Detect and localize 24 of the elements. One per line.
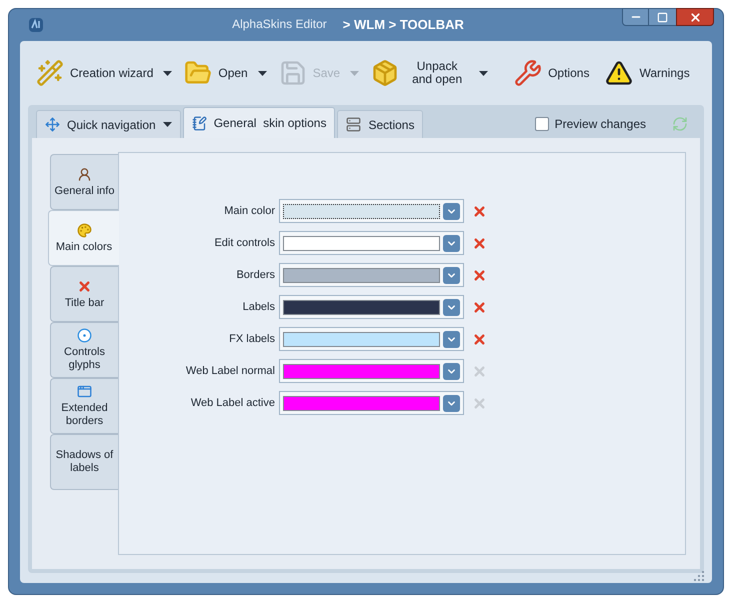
toolbar-button[interactable]: Warnings [601,49,694,97]
side-tab[interactable]: Shadows of labels [50,434,118,490]
color-label: Labels [242,300,276,315]
toolbar-button[interactable]: Unpack and open [367,49,492,97]
color-label: Borders [235,268,276,283]
tab[interactable]: General skin options [182,107,336,138]
side-tab[interactable]: Main colors [48,210,119,266]
side-tab[interactable]: Title bar [50,266,118,322]
tab[interactable]: Quick navigation [36,110,181,138]
color-label: Web Label active [190,396,276,411]
color-label: Web Label normal [184,364,276,379]
color-label: FX labels [228,332,276,347]
toolbar-button[interactable]: Creation wizard [32,49,176,97]
window-path: > WLM > TOOLBAR [342,16,464,34]
color-label: Main color [223,204,276,219]
tab[interactable]: Sections [337,110,424,138]
window-title: AlphaSkins Editor [232,16,327,34]
toolbar-button[interactable]: Open [180,49,271,97]
toolbar-button[interactable]: Options [510,49,594,97]
preview-label: Preview changes [554,116,646,133]
side-tab[interactable]: Controls glyphs [50,322,118,378]
color-label: Edit controls [213,236,276,251]
side-tab[interactable]: General info [50,154,118,210]
side-tab[interactable]: Extended borders [50,378,118,434]
